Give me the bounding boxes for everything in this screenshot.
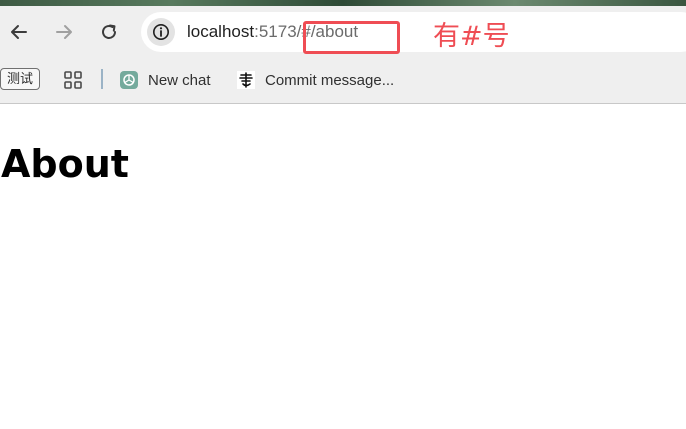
address-bar[interactable]: localhost:5173/#/about xyxy=(141,12,686,52)
chatgpt-icon xyxy=(120,71,138,89)
apps-button[interactable] xyxy=(63,70,83,90)
browser-toolbar: localhost:5173/#/about 有#号 xyxy=(0,6,686,58)
forward-arrow-icon xyxy=(56,25,72,39)
forward-button[interactable] xyxy=(52,20,76,44)
info-icon xyxy=(153,24,169,40)
reload-button[interactable] xyxy=(97,20,121,44)
back-button[interactable] xyxy=(7,20,31,44)
annotation-text: 有#号 xyxy=(433,21,510,52)
calligraphy-icon xyxy=(237,71,255,89)
reload-icon xyxy=(102,24,116,39)
apps-grid-icon xyxy=(64,71,82,89)
bookmarks-separator xyxy=(101,69,103,89)
bookmark-chip[interactable]: 测试 xyxy=(0,68,41,90)
bookmark-commit-message[interactable]: Commit message... xyxy=(237,66,394,94)
back-arrow-icon xyxy=(11,25,27,39)
page-content: About xyxy=(0,104,686,429)
page-heading: About xyxy=(1,142,129,186)
bookmark-new-chat[interactable]: New chat xyxy=(120,66,211,94)
url-hash-highlight-box xyxy=(303,21,400,54)
url-port: :5173 xyxy=(254,22,297,41)
bookmark-label: New chat xyxy=(148,71,211,89)
bookmark-label: Commit message... xyxy=(265,71,395,89)
url-host: localhost xyxy=(187,22,255,41)
bookmarks-bar: 测试 New chat Commit message... xyxy=(0,58,686,104)
site-info-button[interactable] xyxy=(147,18,175,46)
